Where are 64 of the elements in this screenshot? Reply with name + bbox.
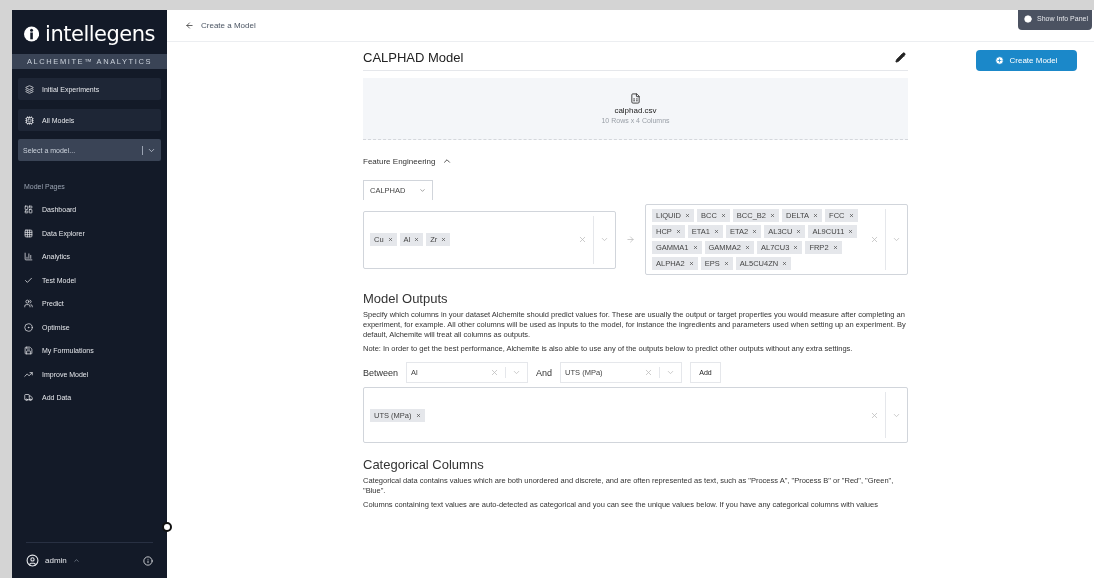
clear-icon: [578, 235, 587, 244]
user-menu[interactable]: admin: [26, 554, 80, 567]
clear-icon: [644, 368, 654, 377]
save-icon: [24, 346, 33, 356]
stack-icon: [25, 84, 34, 94]
remove-icon[interactable]: [770, 213, 776, 218]
grid-icon: [24, 228, 33, 238]
chevron-down-icon: [666, 368, 676, 377]
chevron-down-icon: [892, 235, 901, 244]
remove-icon[interactable]: [688, 261, 694, 266]
circle-icon: [1024, 14, 1032, 23]
field-label: And: [536, 367, 553, 378]
remove-icon[interactable]: [848, 229, 854, 234]
section-title: Model Outputs: [363, 291, 449, 306]
back-icon: [185, 21, 194, 30]
remove-icon[interactable]: [414, 237, 420, 242]
user-icon: [26, 554, 39, 567]
clear-icon: [870, 235, 879, 244]
dashboard-icon: [24, 205, 33, 215]
model-title: CALPHAD Model: [363, 50, 464, 65]
remove-icon[interactable]: [714, 229, 720, 234]
edit-icon[interactable]: [895, 52, 906, 63]
clear-icon: [870, 410, 879, 420]
remove-icon[interactable]: [675, 229, 681, 234]
remove-icon[interactable]: [813, 213, 819, 218]
target-icon: [24, 322, 33, 332]
remove-icon[interactable]: [692, 245, 698, 250]
collapse-handle[interactable]: [162, 522, 172, 532]
chevron-down-icon: [419, 187, 426, 194]
remove-icon[interactable]: [415, 412, 421, 418]
remove-icon[interactable]: [796, 229, 802, 234]
remove-icon[interactable]: [723, 261, 729, 266]
brand-name: intellegens: [45, 22, 155, 46]
truck-icon: [24, 393, 33, 403]
remove-icon[interactable]: [832, 245, 838, 250]
back-link[interactable]: Create a Model: [201, 21, 256, 30]
remove-icon[interactable]: [685, 213, 690, 218]
remove-icon[interactable]: [441, 237, 447, 242]
clear-icon: [490, 368, 500, 377]
section-toggle[interactable]: Feature Engineering: [363, 156, 436, 166]
chevron-down-icon: [600, 235, 609, 244]
plus-icon: [995, 56, 1005, 65]
remove-icon[interactable]: [782, 261, 788, 266]
arrow-right-icon: [626, 235, 635, 244]
check-icon: [24, 275, 33, 285]
remove-icon[interactable]: [720, 213, 726, 218]
chevron-up-icon: [72, 557, 80, 564]
remove-icon[interactable]: [752, 229, 758, 234]
section-title: Categorical Columns: [363, 457, 485, 472]
remove-icon[interactable]: [848, 213, 854, 218]
remove-icon[interactable]: [387, 237, 393, 242]
logo-icon: [24, 24, 40, 44]
chevron-down-icon: [512, 368, 522, 377]
chip-icon: [25, 115, 34, 125]
file-name: calphad.csv: [614, 106, 657, 115]
file-icon: [630, 93, 641, 104]
info-icon: [143, 555, 153, 566]
trend-icon: [24, 369, 33, 379]
bar-chart-icon: [24, 252, 33, 262]
create-model-button[interactable]: Create Model: [976, 50, 1077, 71]
field-label: Between: [363, 367, 399, 378]
people-icon: [24, 299, 33, 309]
remove-icon[interactable]: [793, 245, 799, 250]
remove-icon[interactable]: [745, 245, 750, 250]
